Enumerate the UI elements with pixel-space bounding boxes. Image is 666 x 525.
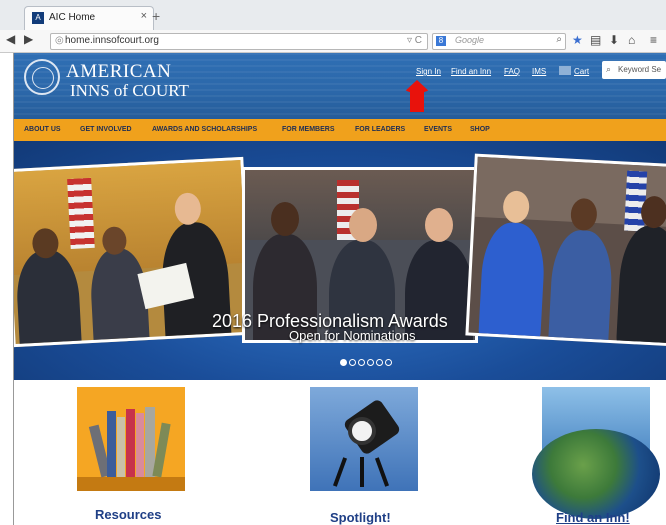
site-header: AMERICAN INNS of COURT Sign In Find an I… bbox=[14, 53, 666, 119]
menu-about-us[interactable]: ABOUT US bbox=[24, 126, 61, 133]
carousel-dot[interactable] bbox=[340, 359, 347, 366]
browser-nav-bar: ◀ ▶ ◎ home.innsofcourt.org ▿ C 8 Google … bbox=[0, 30, 666, 53]
seal-logo-icon[interactable] bbox=[24, 59, 60, 95]
main-menu: ABOUT US GET INVOLVED AWARDS AND SCHOLAR… bbox=[14, 119, 666, 141]
search-placeholder: Google bbox=[455, 35, 485, 45]
site-search-placeholder: Keyword Se bbox=[618, 65, 662, 74]
clipboard-icon[interactable]: ▤ bbox=[590, 33, 601, 47]
resources-link[interactable]: Resources bbox=[95, 507, 161, 522]
spotlight-link[interactable]: Spotlight! bbox=[330, 510, 391, 525]
browser-tab-bar: A AIC Home × + bbox=[0, 0, 666, 31]
carousel-dot[interactable] bbox=[367, 359, 374, 366]
close-tab-icon[interactable]: × bbox=[141, 10, 147, 22]
search-icon[interactable]: ⌕ bbox=[556, 34, 562, 45]
carousel-dot[interactable] bbox=[358, 359, 365, 366]
logo-line-2[interactable]: INNS of COURT bbox=[70, 81, 189, 101]
cart-icon[interactable] bbox=[559, 66, 571, 75]
globe-icon: ◎ bbox=[55, 35, 64, 46]
menu-awards-and-scholarships[interactable]: AWARDS AND SCHOLARSHIPS bbox=[152, 126, 257, 133]
back-icon[interactable]: ◀ bbox=[6, 32, 15, 46]
url-text: home.innsofcourt.org bbox=[65, 35, 159, 46]
carousel-dot[interactable] bbox=[385, 359, 392, 366]
search-engine-icon[interactable]: 8 bbox=[436, 36, 446, 46]
find-an-inn-image[interactable] bbox=[532, 387, 660, 519]
sign-in-link[interactable]: Sign In bbox=[416, 67, 441, 76]
cart-link[interactable]: Cart bbox=[574, 67, 589, 76]
menu-get-involved[interactable]: GET INVOLVED bbox=[80, 126, 132, 133]
search-icon: ⌕ bbox=[606, 64, 612, 74]
star-icon[interactable]: ★ bbox=[572, 33, 583, 47]
find-an-inn-tile-link[interactable]: Find an Inn! bbox=[556, 510, 630, 525]
browser-tab[interactable]: A AIC Home × bbox=[24, 6, 154, 31]
home-icon[interactable]: ⌂ bbox=[628, 33, 635, 47]
menu-events[interactable]: EVENTS bbox=[424, 126, 452, 133]
hero-photo-right bbox=[465, 153, 666, 347]
carousel-dots[interactable] bbox=[340, 353, 394, 371]
url-bar[interactable]: ◎ home.innsofcourt.org ▿ C bbox=[50, 33, 428, 50]
hero-subtitle: Open for Nominations bbox=[289, 328, 416, 343]
reload-icon[interactable]: ▿ C bbox=[407, 35, 422, 46]
tab-title: AIC Home bbox=[49, 12, 96, 23]
site-search-input[interactable]: ⌕ Keyword Se bbox=[602, 61, 666, 79]
spotlight-image[interactable] bbox=[310, 387, 418, 491]
menu-for-leaders[interactable]: FOR LEADERS bbox=[355, 126, 405, 133]
site-favicon-icon: A bbox=[32, 12, 44, 24]
carousel-dot[interactable] bbox=[376, 359, 383, 366]
menu-for-members[interactable]: FOR MEMBERS bbox=[282, 126, 335, 133]
ims-link[interactable]: IMS bbox=[532, 67, 546, 76]
menu-shop[interactable]: SHOP bbox=[470, 126, 490, 133]
browser-search-box[interactable]: 8 Google ⌕ bbox=[432, 33, 566, 50]
resources-image[interactable] bbox=[77, 387, 185, 491]
forward-icon[interactable]: ▶ bbox=[24, 32, 33, 46]
menu-icon[interactable]: ≡ bbox=[650, 33, 657, 47]
carousel-dot[interactable] bbox=[349, 359, 356, 366]
new-tab-button[interactable]: + bbox=[152, 8, 160, 24]
logo-line-1[interactable]: AMERICAN bbox=[66, 61, 171, 83]
find-an-inn-link[interactable]: Find an Inn bbox=[451, 67, 491, 76]
hero-carousel[interactable] bbox=[14, 141, 666, 380]
download-icon[interactable]: ⬇ bbox=[609, 33, 619, 47]
faq-link[interactable]: FAQ bbox=[504, 67, 520, 76]
